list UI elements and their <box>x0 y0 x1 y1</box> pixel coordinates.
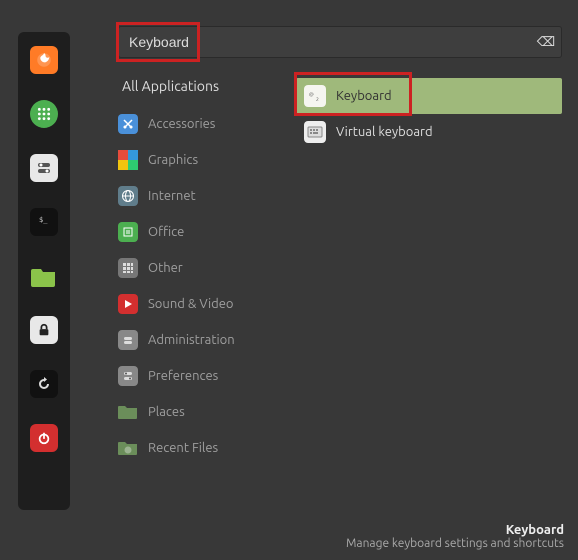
footer-info: Keyboard Manage keyboard settings and sh… <box>346 523 564 550</box>
dock-panel: $_ <box>18 32 70 510</box>
category-recent-files[interactable]: Recent Files <box>118 438 278 458</box>
svg-text:$_: $_ <box>39 216 48 224</box>
recent-folder-icon <box>118 438 138 458</box>
terminal-icon[interactable]: $_ <box>30 208 58 236</box>
graphics-icon <box>118 150 138 170</box>
scissors-icon <box>118 114 138 134</box>
clear-search-button[interactable]: ⌫ <box>536 32 556 52</box>
category-administration[interactable]: Administration <box>118 330 278 350</box>
power-icon[interactable] <box>30 424 58 452</box>
lock-icon[interactable] <box>30 316 58 344</box>
footer-title: Keyboard <box>346 523 564 537</box>
result-virtual-keyboard[interactable]: Virtual keyboard <box>296 114 562 150</box>
preferences-icon <box>118 366 138 386</box>
category-label: Office <box>148 225 184 239</box>
category-label: Places <box>148 405 185 419</box>
category-places[interactable]: Places <box>118 402 278 422</box>
grid-icon <box>118 258 138 278</box>
folder-icon <box>118 402 138 422</box>
category-label: Sound & Video <box>148 297 234 311</box>
settings-toggles-icon[interactable] <box>30 154 58 182</box>
category-preferences[interactable]: Preferences <box>118 366 278 386</box>
category-label: Preferences <box>148 369 218 383</box>
firefox-icon[interactable] <box>30 46 58 74</box>
category-other[interactable]: Other <box>118 258 278 278</box>
category-label: Other <box>148 261 183 275</box>
category-accessories[interactable]: Accessories <box>118 114 278 134</box>
footer-description: Manage keyboard settings and shortcuts <box>346 537 564 550</box>
result-label: Virtual keyboard <box>336 125 433 139</box>
restart-icon[interactable] <box>30 370 58 398</box>
virtual-keyboard-icon <box>304 121 326 143</box>
category-label: Recent Files <box>148 441 218 455</box>
keyboard-icon: @2 <box>304 85 326 107</box>
svg-text:2: 2 <box>316 96 319 102</box>
category-label: Internet <box>148 189 196 203</box>
category-label: Administration <box>148 333 235 347</box>
category-internet[interactable]: Internet <box>118 186 278 206</box>
category-sound-video[interactable]: Sound & Video <box>118 294 278 314</box>
category-label: Accessories <box>148 117 215 131</box>
category-graphics[interactable]: Graphics <box>118 150 278 170</box>
category-list: Accessories Graphics Internet Office Oth… <box>118 114 278 458</box>
category-office[interactable]: Office <box>118 222 278 242</box>
categories-column: All Applications Accessories Graphics In… <box>118 78 278 458</box>
result-keyboard[interactable]: @2 Keyboard <box>296 78 562 114</box>
files-icon[interactable] <box>30 262 58 290</box>
apps-grid-icon[interactable] <box>30 100 58 128</box>
search-input[interactable] <box>118 26 562 58</box>
category-label: Graphics <box>148 153 198 167</box>
office-icon <box>118 222 138 242</box>
results-column: @2 Keyboard Virtual keyboard <box>296 78 562 150</box>
play-icon <box>118 294 138 314</box>
svg-text:@: @ <box>309 91 314 97</box>
result-label: Keyboard <box>336 89 392 103</box>
all-applications-heading[interactable]: All Applications <box>118 78 278 94</box>
admin-icon <box>118 330 138 350</box>
globe-icon <box>118 186 138 206</box>
search-bar: ⌫ <box>118 26 562 58</box>
backspace-icon: ⌫ <box>537 35 555 50</box>
